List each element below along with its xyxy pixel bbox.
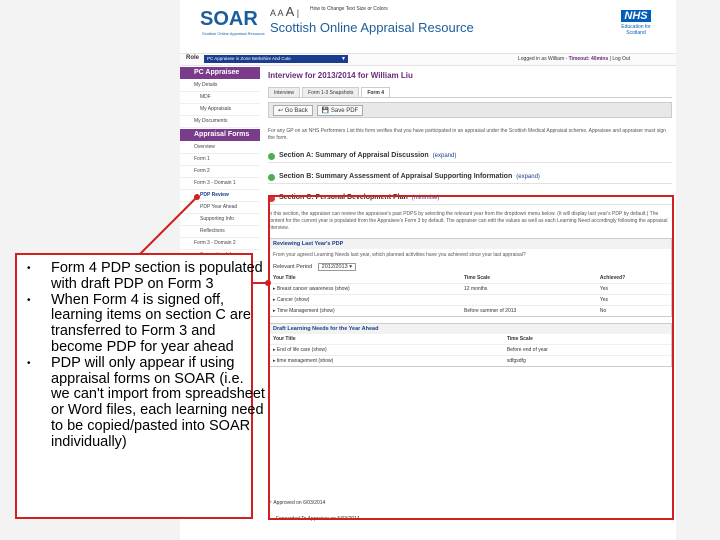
page-title: Interview for 2013/2014 for William Liu	[268, 71, 413, 80]
status-ok-icon	[268, 173, 275, 181]
nhs-logo: NHS Education for Scotland	[612, 6, 660, 36]
text-size-help-link[interactable]: How to Change Text Size or Colors	[310, 6, 388, 12]
sidebar-item-pdp-review[interactable]: PDP Review	[180, 190, 260, 202]
tab-form4[interactable]: Form 4	[361, 87, 390, 97]
section-a-expand[interactable]: (expand)	[433, 150, 457, 162]
log-out-link[interactable]: Log Out	[612, 56, 630, 62]
text-size-large[interactable]: A	[286, 4, 295, 19]
section-b-expand[interactable]: (expand)	[516, 171, 540, 183]
sidebar-item-form2[interactable]: Form 2	[180, 166, 260, 178]
sidebar-item-supporting-info[interactable]: Supporting Info	[180, 214, 260, 226]
callout-box: Form 4 PDP section is populated with dra…	[15, 253, 265, 519]
text-size-small[interactable]: A	[270, 8, 276, 18]
header: SOAR Scottish Online Appraisal Resource …	[180, 0, 676, 50]
save-pdf-button[interactable]: 💾 Save PDF	[316, 104, 364, 116]
role-bar: Role PC Appraisee in Zone Berkshire And …	[180, 53, 676, 66]
sidebar-head-appraisal-forms[interactable]: Appraisal Forms	[180, 129, 260, 141]
role-select[interactable]: PC Appraisee in Zone Berkshire And Cute …	[204, 55, 348, 63]
soar-logo-sub: Scottish Online Appraisal Resource	[202, 31, 265, 36]
sidebar-item-my-documents[interactable]: My Documents	[180, 116, 260, 128]
logged-in-user: Logged in as William	[518, 56, 565, 62]
section-a[interactable]: Section A: Summary of Appraisal Discussi…	[268, 150, 672, 163]
role-label: Role	[186, 55, 200, 61]
action-bar: ↩ Go Back 💾 Save PDF	[268, 102, 672, 118]
sidebar-item-form1[interactable]: Form 1	[180, 154, 260, 166]
section-a-title: Section A: Summary of Appraisal Discussi…	[279, 152, 429, 159]
go-back-label: Go Back	[284, 107, 308, 114]
save-pdf-label: Save PDF	[330, 107, 359, 114]
sidebar-item-pdp-year-ahead[interactable]: PDP Year Ahead	[180, 202, 260, 214]
timeout: Timeout: 40mins	[568, 56, 609, 62]
sidebar-item-form3-domain2[interactable]: Form 3 - Domain 2	[180, 238, 260, 250]
status-ok-icon	[268, 152, 275, 160]
text-size-medium[interactable]: A	[278, 8, 284, 18]
sidebar-item-overview[interactable]: Overview	[180, 142, 260, 154]
sidebar-item-my-appraisals[interactable]: My Appraisals	[180, 104, 260, 116]
role-select-value: PC Appraisee in Zone Berkshire And Cute	[207, 56, 291, 61]
chevron-down-icon: ▼	[341, 56, 346, 62]
callout-bullet: Form 4 PDP section is populated with dra…	[27, 260, 266, 293]
callout-bullet: When Form 4 is signed off, learning item…	[27, 292, 266, 356]
nhs-badge: NHS	[621, 10, 651, 22]
section-b[interactable]: Section B: Summary Assessment of Apprais…	[268, 171, 672, 184]
go-back-button[interactable]: ↩ Go Back	[273, 104, 313, 116]
sidebar-item-form3-domain1[interactable]: Form 3 - Domain 1	[180, 178, 260, 190]
sidebar-item-my-details[interactable]: My Details	[180, 80, 260, 92]
section-b-title: Section B: Summary Assessment of Apprais…	[279, 173, 513, 180]
nhs-sub: Education for Scotland	[621, 24, 651, 36]
tab-bar: Interview Form 1-3 Snapshots Form 4	[268, 87, 672, 98]
intro-text: For any GP on an NHS Performers List thi…	[268, 128, 666, 141]
tab-snapshots[interactable]: Form 1-3 Snapshots	[302, 87, 360, 97]
soar-logo[interactable]: SOAR	[200, 8, 258, 31]
sidebar-item-mdf[interactable]: MDF	[180, 92, 260, 104]
tab-interview[interactable]: Interview	[268, 87, 301, 97]
highlight-box-section-c	[268, 195, 674, 520]
text-size-controls: A A A |	[270, 4, 300, 19]
callout-bullets: Form 4 PDP section is populated with dra…	[27, 260, 266, 451]
login-status: Logged in as William - Timeout: 40mins |…	[518, 56, 631, 62]
sidebar-head-appraisee[interactable]: PC Appraisee	[180, 67, 260, 79]
sidebar-item-reflections[interactable]: Reflections	[180, 226, 260, 238]
site-title: Scottish Online Appraisal Resource	[270, 20, 474, 35]
callout-bullet: PDP will only appear if using appraisal …	[27, 355, 266, 451]
